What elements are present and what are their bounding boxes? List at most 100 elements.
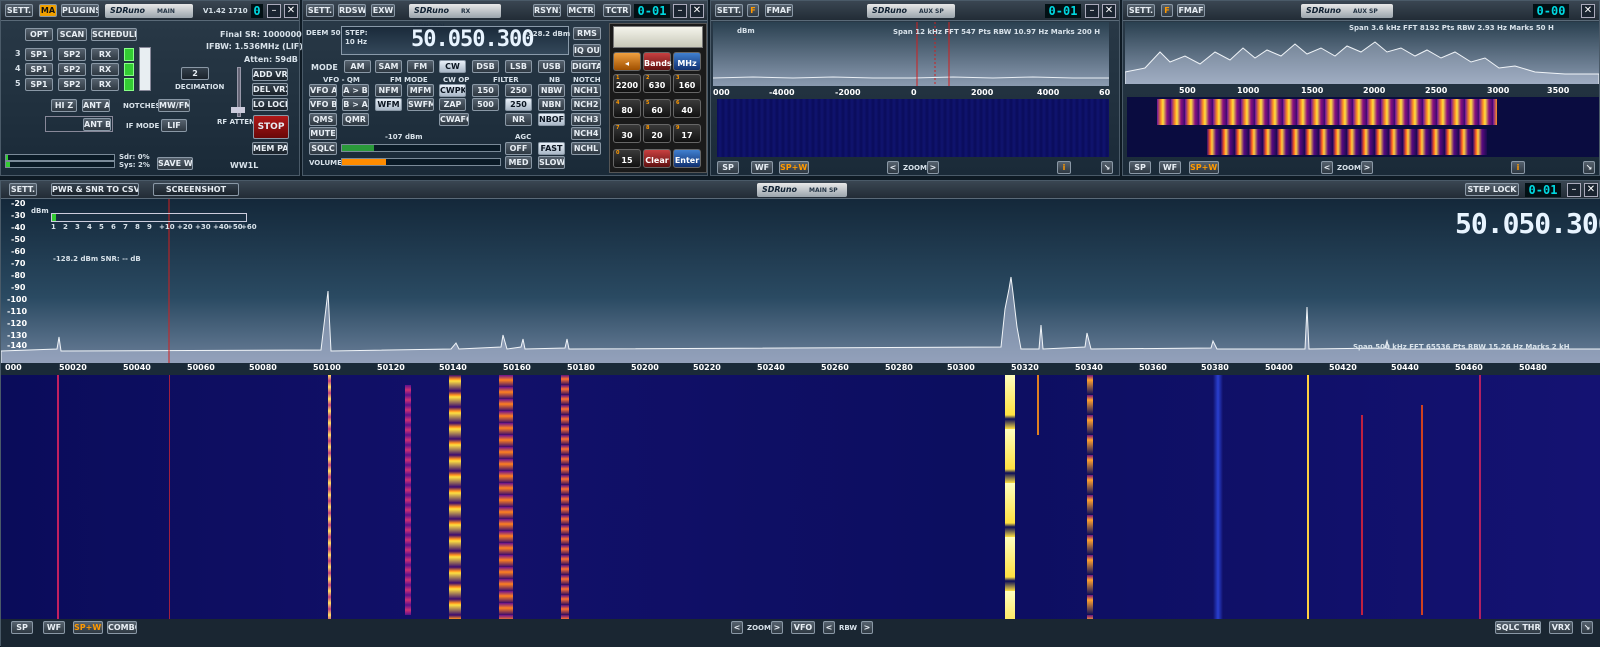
nbn-button[interactable]: NBN <box>538 98 565 111</box>
nchl-button[interactable]: NCHL <box>571 142 601 155</box>
agc-fast-button[interactable]: FAST <box>538 142 565 155</box>
aux2-wf-button[interactable]: WF <box>1159 161 1181 174</box>
rx-close-button[interactable]: ✕ <box>690 4 704 18</box>
nch1-button[interactable]: NCH1 <box>571 84 601 97</box>
aux1-fmaf-button[interactable]: FMAF <box>765 4 793 17</box>
bands-key[interactable]: Bands <box>643 52 672 71</box>
aux2-resize-icon[interactable]: ↘ <box>1583 161 1595 174</box>
rbw-up-button[interactable]: > <box>861 621 873 634</box>
aux1-waterfall[interactable] <box>717 99 1109 157</box>
aux1-wf-button[interactable]: WF <box>751 161 773 174</box>
aux1-minimize-button[interactable]: – <box>1085 4 1099 18</box>
rms-button[interactable]: RMS <box>573 27 601 40</box>
mainsp-close-button[interactable]: ✕ <box>1584 183 1598 197</box>
mode-dsb-button[interactable]: DSB <box>472 60 499 73</box>
filter-500-button[interactable]: 500 <box>472 98 499 111</box>
mainsp-zoom-out-button[interactable]: < <box>731 621 743 634</box>
rbw-down-button[interactable]: < <box>823 621 835 634</box>
b-to-a-button[interactable]: B > A <box>342 98 369 111</box>
mfm-button[interactable]: MFM <box>407 84 434 97</box>
tctr-button[interactable]: TCTR <box>603 4 631 17</box>
sp1-button[interactable]: SP1 <box>25 48 53 61</box>
clear-key[interactable]: Clear <box>643 149 671 168</box>
mainsp-wf-button[interactable]: WF <box>43 621 65 634</box>
band-key[interactable]: 7 30 <box>613 124 641 143</box>
main-close-button[interactable]: ✕ <box>284 4 298 18</box>
rx-sett-button[interactable]: SETT. <box>306 4 334 17</box>
pwr-snr-csv-button[interactable]: PWR & SNR TO CSV <box>51 183 139 196</box>
mute-button[interactable]: MUTE <box>309 127 337 140</box>
lif-button[interactable]: LIF <box>161 119 187 132</box>
rf-atten-slider-knob[interactable] <box>231 107 245 113</box>
scan-button[interactable]: SCAN <box>57 28 87 41</box>
mode-usb-button[interactable]: USB <box>538 60 565 73</box>
mainsp-sp-button[interactable]: SP <box>11 621 33 634</box>
mode-sam-button[interactable]: SAM <box>375 60 402 73</box>
decimation-value[interactable]: 2 <box>181 67 209 80</box>
step-value[interactable]: 10 Hz <box>345 38 367 46</box>
agc-med-button[interactable]: MED <box>505 156 532 169</box>
deem-label[interactable]: DEEM 50u <box>306 29 346 37</box>
filter-150-button[interactable]: 150 <box>472 84 499 97</box>
aux1-zoom-out-button[interactable]: < <box>887 161 899 174</box>
band-key[interactable]: 5 60 <box>643 99 671 118</box>
nch3-button[interactable]: NCH3 <box>571 113 601 126</box>
iq-out-button[interactable]: IQ OUT <box>573 44 601 57</box>
aux2-close-button[interactable]: ✕ <box>1581 4 1595 18</box>
qmr-button[interactable]: QMR <box>342 113 369 126</box>
zap-button[interactable]: ZAP <box>439 98 466 111</box>
mhz-key[interactable]: MHz <box>673 52 701 71</box>
exw-button[interactable]: EXW <box>371 4 395 17</box>
vfo-b-button[interactable]: VFO B <box>309 98 337 111</box>
main-minimize-button[interactable]: – <box>267 4 281 18</box>
aux1-spwf-button[interactable]: SP+WF <box>779 161 809 174</box>
mode-am-button[interactable]: AM <box>344 60 371 73</box>
rx-button[interactable]: RX <box>91 48 119 61</box>
mainsp-vrx-button[interactable]: VRX <box>1549 621 1573 634</box>
band-key[interactable]: 8 20 <box>643 124 671 143</box>
cwpk-button[interactable]: CWPK <box>439 84 466 97</box>
ma-button[interactable]: MA <box>39 4 57 17</box>
aux1-close-button[interactable]: ✕ <box>1102 4 1116 18</box>
mctr-button[interactable]: MCTR <box>567 4 595 17</box>
vrx-scrollbar[interactable] <box>139 47 151 91</box>
mode-cw-button[interactable]: CW <box>439 60 466 73</box>
mode-fm-button[interactable]: FM <box>407 60 434 73</box>
opt-button[interactable]: OPT <box>25 28 53 41</box>
nboff-button[interactable]: NBOFF <box>538 113 565 126</box>
sp2-button[interactable]: SP2 <box>58 48 86 61</box>
band-key[interactable]: 4 80 <box>613 99 641 118</box>
mem-pan-button[interactable]: MEM PAN <box>252 142 288 155</box>
lo-lock-button[interactable]: LO LOCK <box>252 98 288 111</box>
agc-off-button[interactable]: OFF <box>505 142 532 155</box>
scheduler-button[interactable]: SCHEDULER <box>91 28 137 41</box>
band-key[interactable]: 9 17 <box>673 124 701 143</box>
nbw-button[interactable]: NBW <box>538 84 565 97</box>
filter-250b-button[interactable]: 250 <box>505 98 532 111</box>
main-sett-button[interactable]: SETT. <box>5 4 33 17</box>
cwafc-button[interactable]: CWAFC <box>439 113 469 126</box>
rx-frequency[interactable]: 50.050.300 <box>411 27 534 52</box>
main-waterfall[interactable] <box>1 375 1600 619</box>
save-ws-button[interactable]: SAVE WS <box>157 157 193 170</box>
band-key[interactable]: 2 630 <box>643 74 671 93</box>
combo-button[interactable]: COMBO <box>107 621 137 634</box>
step-lock-button[interactable]: STEP LOCK <box>1465 183 1519 196</box>
rdsw-button[interactable]: RDSW <box>338 4 366 17</box>
add-vrx-button[interactable]: ADD VRX <box>252 68 288 81</box>
nch2-button[interactable]: NCH2 <box>571 98 601 111</box>
mainsp-frequency[interactable]: 50.050.300 <box>1455 207 1600 240</box>
a-to-b-button[interactable]: A > B <box>342 84 369 97</box>
qms-button[interactable]: QMS <box>309 113 337 126</box>
stop-button[interactable]: STOP <box>253 115 289 139</box>
rx-button[interactable]: RX <box>91 63 119 76</box>
vrx-led[interactable] <box>124 63 134 76</box>
aux1-info-button[interactable]: i <box>1057 161 1071 174</box>
band-key[interactable]: 6 40 <box>673 99 701 118</box>
aux1-zoom-in-button[interactable]: > <box>927 161 939 174</box>
aux1-sett-button[interactable]: SETT. <box>715 4 743 17</box>
mainsp-vfo-button[interactable]: VFO <box>791 621 815 634</box>
sp2-button[interactable]: SP2 <box>58 63 86 76</box>
sp1-button[interactable]: SP1 <box>25 78 53 91</box>
band-back-key[interactable]: ◂ <box>613 52 641 71</box>
